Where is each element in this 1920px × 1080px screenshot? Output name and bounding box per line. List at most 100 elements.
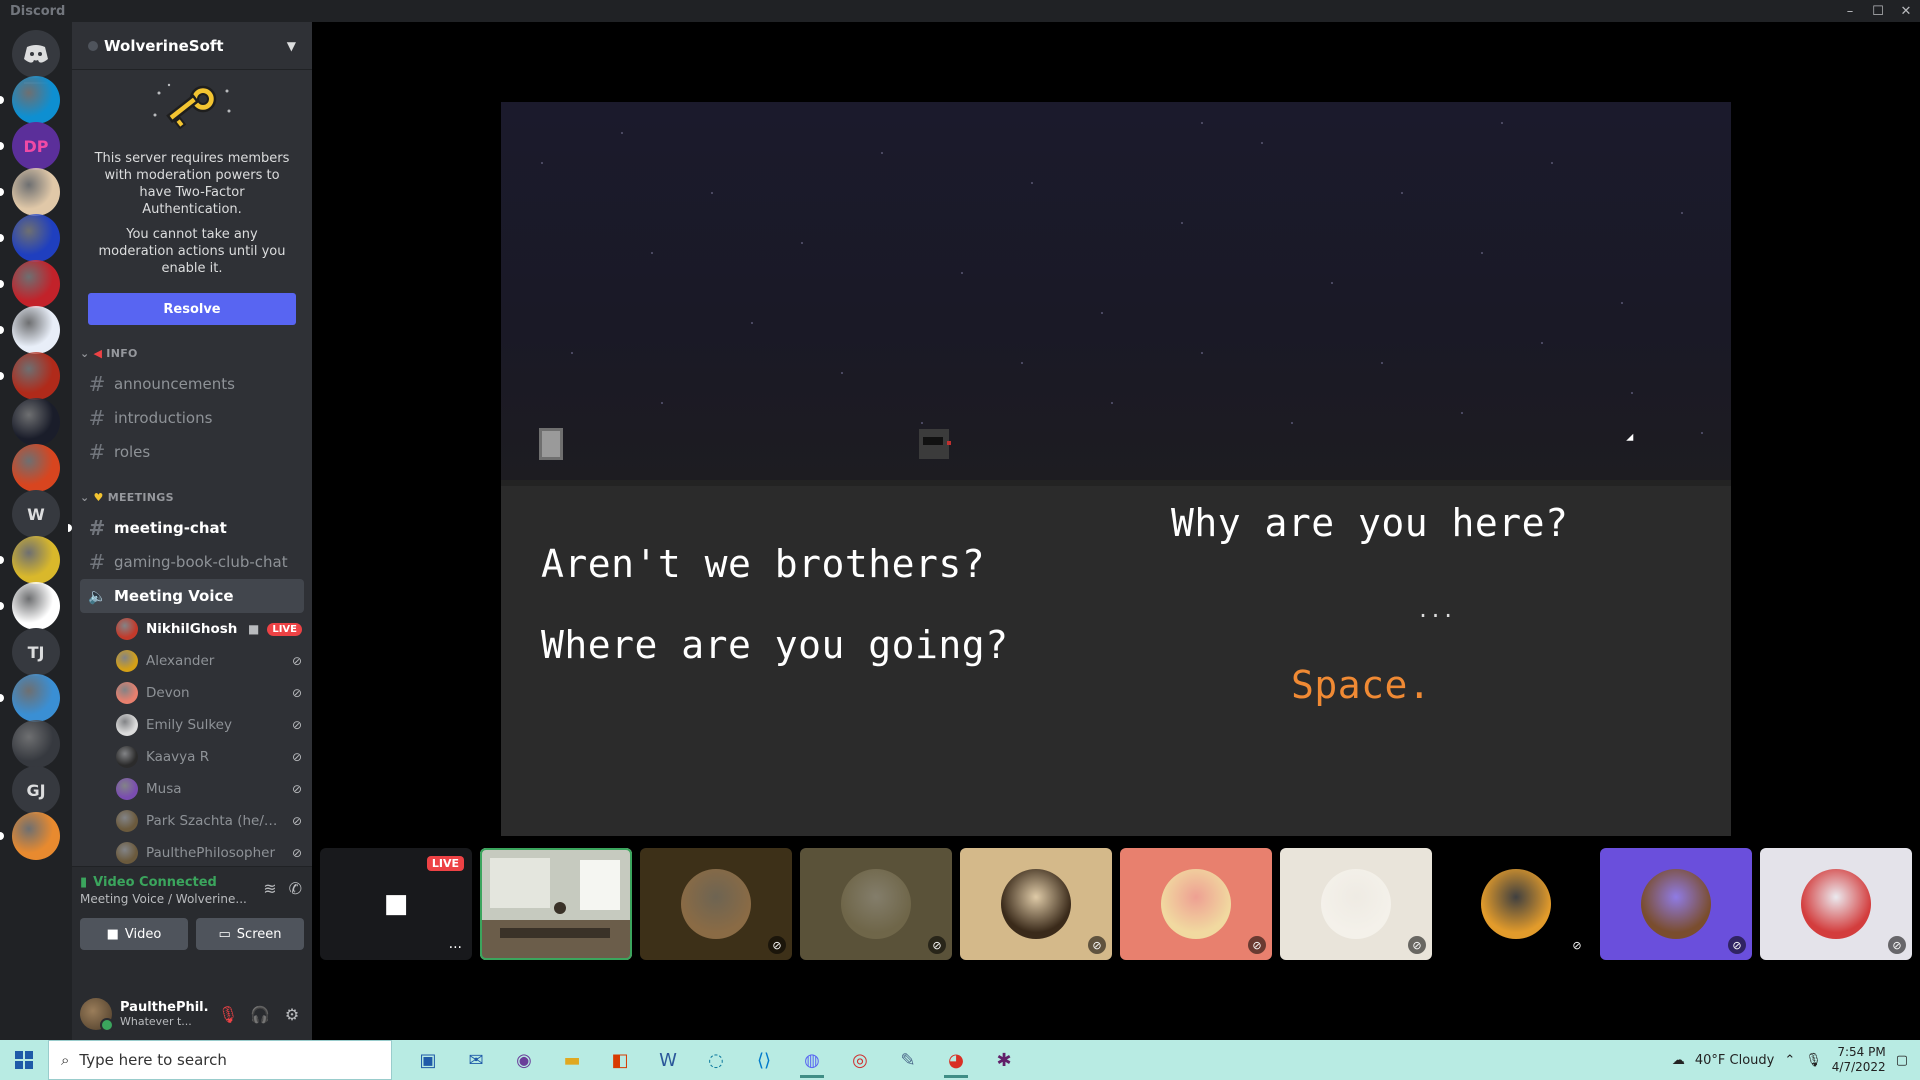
channel-label: gaming-book-club-chat [114, 553, 288, 571]
category-meetings[interactable]: ⌄ ♥ MEETINGS [72, 485, 312, 509]
microphone-icon[interactable]: 🎙 [1805, 1053, 1822, 1068]
channel-meeting-chat[interactable]: # meeting-chat [68, 511, 304, 545]
avatar[interactable] [80, 998, 114, 1032]
server-icon[interactable] [12, 398, 60, 446]
avatar [116, 810, 138, 832]
hash-icon: # [88, 406, 106, 430]
voice-user-list: NikhilGhosh ■ LIVE Alexander ⊘ Devon ⊘ Emily Su… [72, 613, 312, 901]
server-icon[interactable] [12, 812, 60, 860]
discord-home-icon[interactable] [12, 30, 60, 78]
chevron-down-icon[interactable]: ▼ [287, 39, 296, 53]
word-icon[interactable]: W [644, 1040, 692, 1080]
participant-tile[interactable]: ⊘ [1440, 848, 1592, 960]
discord-taskbar-icon[interactable]: ◍ [788, 1040, 836, 1080]
server-icon[interactable] [12, 582, 60, 630]
mute-icon[interactable]: 🎙 [216, 1005, 240, 1024]
server-icon[interactable] [12, 168, 60, 216]
close-button[interactable]: ✕ [1892, 0, 1920, 22]
camera-icon: ■ [247, 622, 260, 636]
server-icon[interactable] [12, 214, 60, 262]
self-camera-tile[interactable]: ■ LIVE... [320, 848, 472, 960]
server-icon[interactable] [12, 306, 60, 354]
star [1381, 362, 1383, 364]
server-icon[interactable] [12, 674, 60, 722]
star [1331, 282, 1333, 284]
server-icon[interactable] [12, 720, 60, 768]
store-icon[interactable]: ▣ [404, 1040, 452, 1080]
weather-text[interactable]: 40°F Cloudy [1695, 1053, 1774, 1068]
chevron-up-icon[interactable]: ⌃ [1784, 1053, 1795, 1068]
server-icon[interactable]: W [12, 490, 60, 538]
clock[interactable]: 7:54 PM 4/7/2022 [1832, 1045, 1886, 1075]
office-icon[interactable]: ◧ [596, 1040, 644, 1080]
mail-icon[interactable]: ✉ [452, 1040, 500, 1080]
voice-user[interactable]: PaulthePhilosopher ⊘ [72, 837, 312, 869]
star [1201, 352, 1203, 354]
participant-tile[interactable]: ⊘ [1280, 848, 1432, 960]
voice-user[interactable]: NikhilGhosh ■ LIVE [72, 613, 312, 645]
video-button[interactable]: ■ Video [80, 918, 188, 950]
video-button-label: Video [124, 926, 162, 942]
app-red-icon[interactable]: ◎ [836, 1040, 884, 1080]
server-icon[interactable]: TJ [12, 628, 60, 676]
resolve-button[interactable]: Resolve [88, 293, 296, 325]
headphones-icon[interactable]: 🎧 [248, 1005, 272, 1024]
voice-user[interactable]: Emily Sulkey ⊘ [72, 709, 312, 741]
screen-share-button[interactable]: ▭ Screen [196, 918, 304, 950]
disconnect-icon[interactable]: ✆ [289, 879, 302, 898]
dialogue-brothers: Aren't we brothers? [541, 542, 986, 586]
server-icon[interactable] [12, 352, 60, 400]
voice-user[interactable]: Park Szachta (he/hi... ⊘ [72, 805, 312, 837]
voice-user[interactable]: Musa ⊘ [72, 773, 312, 805]
server-icon[interactable] [12, 444, 60, 492]
slack-icon[interactable]: ✱ [980, 1040, 1028, 1080]
file-explorer-icon[interactable]: ▬ [548, 1040, 596, 1080]
channel-gaming-book-club-chat[interactable]: # gaming-book-club-chat [80, 545, 304, 579]
voice-user[interactable]: Alexander ⊘ [72, 645, 312, 677]
app-pen-icon[interactable]: ✎ [884, 1040, 932, 1080]
system-tray: ☁ 40°F Cloudy ⌃ 🎙 7:54 PM 4/7/2022 ▢ [1672, 1045, 1920, 1075]
voice-user[interactable]: Devon ⊘ [72, 677, 312, 709]
server-icon[interactable]: DP [12, 122, 60, 170]
chrome-icon[interactable]: ◕ [932, 1040, 980, 1080]
participant-tile[interactable]: ⊘ [640, 848, 792, 960]
channel-label: announcements [114, 375, 235, 393]
server-header[interactable]: WolverineSoft ▼ [72, 22, 312, 70]
participant-tile[interactable]: ⊘ [1760, 848, 1912, 960]
channel-roles[interactable]: # roles [80, 435, 304, 469]
muted-icon: ⊘ [291, 686, 302, 700]
maximize-button[interactable]: ☐ [1864, 0, 1892, 22]
screen-share-tile[interactable] [480, 848, 632, 960]
voice-user[interactable]: Kaavya R ⊘ [72, 741, 312, 773]
channel-announcements[interactable]: # announcements [80, 367, 304, 401]
more-options-icon[interactable]: ... [449, 936, 462, 952]
server-icon[interactable] [12, 536, 60, 584]
star [1031, 182, 1033, 184]
windows-start-button[interactable] [0, 1040, 48, 1080]
muted-icon: ⊘ [291, 718, 302, 732]
noise-suppression-icon[interactable]: ≋ [263, 879, 276, 898]
server-icon[interactable] [12, 76, 60, 124]
taskbar-search[interactable]: ⌕ Type here to search [48, 1040, 392, 1080]
notification-icon[interactable]: ▢ [1896, 1053, 1908, 1068]
vscode-icon[interactable]: ⟨⟩ [740, 1040, 788, 1080]
voice-user-name: Emily Sulkey [146, 717, 232, 733]
participant-tile[interactable]: ⊘ [960, 848, 1112, 960]
channel-introductions[interactable]: # introductions [80, 401, 304, 435]
screen-share-stream[interactable]: Aren't we brothers? Where are you going?… [501, 102, 1731, 836]
edge-icon[interactable]: ◌ [692, 1040, 740, 1080]
minimize-button[interactable]: – [1836, 0, 1864, 22]
gear-icon[interactable]: ⚙ [280, 1005, 304, 1024]
channel-meeting-voice[interactable]: 🔈 Meeting Voice [80, 579, 304, 613]
participant-tile[interactable]: ⊘ [800, 848, 952, 960]
server-icon[interactable] [12, 260, 60, 308]
channel-label: Meeting Voice [114, 587, 234, 605]
server-icon[interactable]: GJ [12, 766, 60, 814]
participant-tile[interactable]: ⊘ [1120, 848, 1272, 960]
voice-user-name: PaulthePhilosopher [146, 845, 276, 861]
star [1541, 342, 1543, 344]
github-icon[interactable]: ◉ [500, 1040, 548, 1080]
category-info[interactable]: ⌄ ◀ INFO [72, 341, 312, 365]
user-info[interactable]: PaulthePhil... Whatever t... [120, 1000, 208, 1028]
participant-tile[interactable]: ⊘ [1600, 848, 1752, 960]
